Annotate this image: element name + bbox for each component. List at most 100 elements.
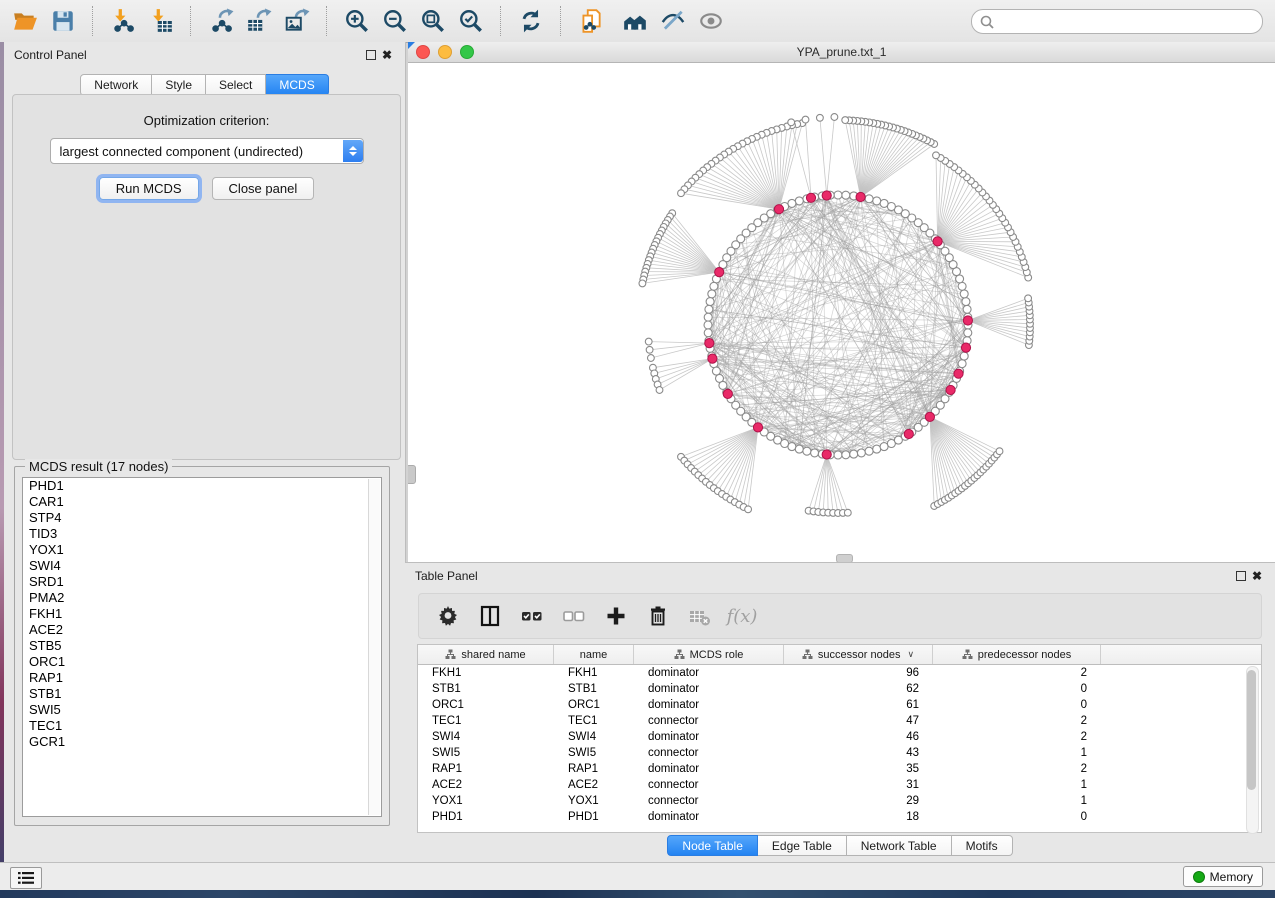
import-table-button[interactable]: [142, 4, 180, 38]
close-panel-button[interactable]: Close panel: [212, 177, 315, 200]
tab-network-table[interactable]: Network Table: [847, 835, 952, 856]
table-cell: 61: [784, 697, 933, 713]
float-table-panel-icon[interactable]: [1233, 568, 1249, 584]
first-neighbors-button[interactable]: [616, 4, 654, 38]
network-window-titlebar[interactable]: YPA_prune.txt_1: [408, 42, 1275, 63]
table-row[interactable]: YOX1YOX1connector291: [418, 793, 1261, 809]
save-session-button[interactable]: [44, 4, 82, 38]
float-panel-icon[interactable]: [363, 47, 379, 63]
network-horizontal-scrollbar[interactable]: [836, 554, 853, 562]
clone-network-button[interactable]: [572, 4, 610, 38]
zoom-out-button[interactable]: [376, 4, 414, 38]
mcds-result-list[interactable]: PHD1CAR1STP4TID3YOX1SWI4SRD1PMA2FKH1ACE2…: [22, 477, 382, 817]
result-node-item[interactable]: SRD1: [23, 574, 381, 590]
result-node-item[interactable]: SWI4: [23, 558, 381, 574]
table-cell: FKH1: [554, 665, 634, 681]
delete-column-button[interactable]: [639, 598, 677, 634]
table-panel-titlebar: Table Panel ✖: [405, 563, 1275, 589]
result-node-item[interactable]: STB5: [23, 638, 381, 654]
close-table-panel-icon[interactable]: ✖: [1249, 568, 1265, 584]
result-node-item[interactable]: ORC1: [23, 654, 381, 670]
result-node-item[interactable]: STB1: [23, 686, 381, 702]
table-cell: 96: [784, 665, 933, 681]
open-session-button[interactable]: [6, 4, 44, 38]
column-header-predecessor-nodes[interactable]: predecessor nodes: [933, 645, 1101, 664]
hide-selected-button[interactable]: [654, 4, 692, 38]
apply-layout-button[interactable]: [512, 4, 550, 38]
column-header-shared-name[interactable]: shared name: [418, 645, 554, 664]
tab-select[interactable]: Select: [206, 74, 266, 96]
result-node-item[interactable]: CAR1: [23, 494, 381, 510]
result-node-item[interactable]: RAP1: [23, 670, 381, 686]
table-scrollbar-track[interactable]: [1246, 666, 1259, 834]
result-node-item[interactable]: TID3: [23, 526, 381, 542]
result-list-scrollbar[interactable]: [368, 479, 380, 815]
result-node-item[interactable]: PMA2: [23, 590, 381, 606]
result-node-item[interactable]: STP4: [23, 510, 381, 526]
table-row[interactable]: ORC1ORC1dominator610: [418, 697, 1261, 713]
network-graph[interactable]: [408, 63, 1275, 562]
close-panel-icon[interactable]: ✖: [379, 47, 395, 63]
tab-mcds[interactable]: MCDS: [266, 74, 328, 96]
table-mode-button[interactable]: [429, 598, 467, 634]
column-header-MCDS-role[interactable]: MCDS role: [634, 645, 784, 664]
tab-network[interactable]: Network: [80, 74, 152, 96]
search-input[interactable]: [994, 13, 1262, 31]
table-row[interactable]: TEC1TEC1connector472: [418, 713, 1261, 729]
table-cell: TEC1: [554, 713, 634, 729]
network-vertical-scrollbar[interactable]: [408, 465, 416, 484]
tab-edge-table[interactable]: Edge Table: [758, 835, 847, 856]
zoom-selected-button[interactable]: [452, 4, 490, 38]
result-node-item[interactable]: TEC1: [23, 718, 381, 734]
tab-motifs[interactable]: Motifs: [952, 835, 1013, 856]
table-cell: 47: [784, 713, 933, 729]
export-network-button[interactable]: [202, 4, 240, 38]
column-dropdown-icon[interactable]: ∨: [907, 649, 914, 660]
run-mcds-button[interactable]: Run MCDS: [99, 177, 199, 200]
result-node-item[interactable]: YOX1: [23, 542, 381, 558]
column-header-successor-nodes[interactable]: successor nodes∨: [784, 645, 933, 664]
deselect-all-button[interactable]: [555, 598, 593, 634]
export-image-button[interactable]: [278, 4, 316, 38]
result-node-item[interactable]: PHD1: [23, 478, 381, 494]
result-node-item[interactable]: ACE2: [23, 622, 381, 638]
create-column-button[interactable]: [597, 598, 635, 634]
show-all-icon: [698, 8, 724, 34]
column-label: name: [580, 649, 608, 661]
table-row[interactable]: FKH1FKH1dominator962: [418, 665, 1261, 681]
select-stepper-icon: [343, 140, 363, 162]
table-cell: 46: [784, 729, 933, 745]
table-row[interactable]: RAP1RAP1dominator352: [418, 761, 1261, 777]
result-node-item[interactable]: SWI5: [23, 702, 381, 718]
toolbar-group: [98, 4, 186, 38]
toolbar-group: [196, 4, 322, 38]
table-cell: STB1: [554, 681, 634, 697]
table-row[interactable]: PHD1PHD1dominator180: [418, 809, 1261, 825]
table-row[interactable]: SWI5SWI5connector431: [418, 745, 1261, 761]
memory-button[interactable]: Memory: [1183, 866, 1263, 887]
zoom-fit-button[interactable]: [414, 4, 452, 38]
tab-node-table[interactable]: Node Table: [667, 835, 758, 856]
criterion-select[interactable]: largest connected component (undirected): [50, 138, 364, 164]
tab-style[interactable]: Style: [152, 74, 206, 96]
result-node-item[interactable]: GCR1: [23, 734, 381, 750]
show-column-button[interactable]: [471, 598, 509, 634]
network-canvas[interactable]: [408, 63, 1275, 562]
table-row[interactable]: STB1STB1dominator620: [418, 681, 1261, 697]
column-header-name[interactable]: name: [554, 645, 634, 664]
zoom-in-button[interactable]: [338, 4, 376, 38]
show-all-button[interactable]: [692, 4, 730, 38]
table-panel: Table Panel ✖ f(x) shared namenameMCDS r…: [405, 562, 1275, 863]
table-cell: dominator: [634, 761, 784, 777]
table-row[interactable]: ACE2ACE2connector311: [418, 777, 1261, 793]
select-all-button[interactable]: [513, 598, 551, 634]
table-scrollbar-thumb[interactable]: [1247, 670, 1256, 790]
result-node-item[interactable]: FKH1: [23, 606, 381, 622]
task-history-button[interactable]: [10, 867, 42, 889]
import-network-button[interactable]: [104, 4, 142, 38]
table-row[interactable]: SWI4SWI4dominator462: [418, 729, 1261, 745]
create-column-icon: [604, 604, 628, 628]
search-icon: [980, 15, 994, 29]
table-cell: RAP1: [418, 761, 554, 777]
export-table-button[interactable]: [240, 4, 278, 38]
